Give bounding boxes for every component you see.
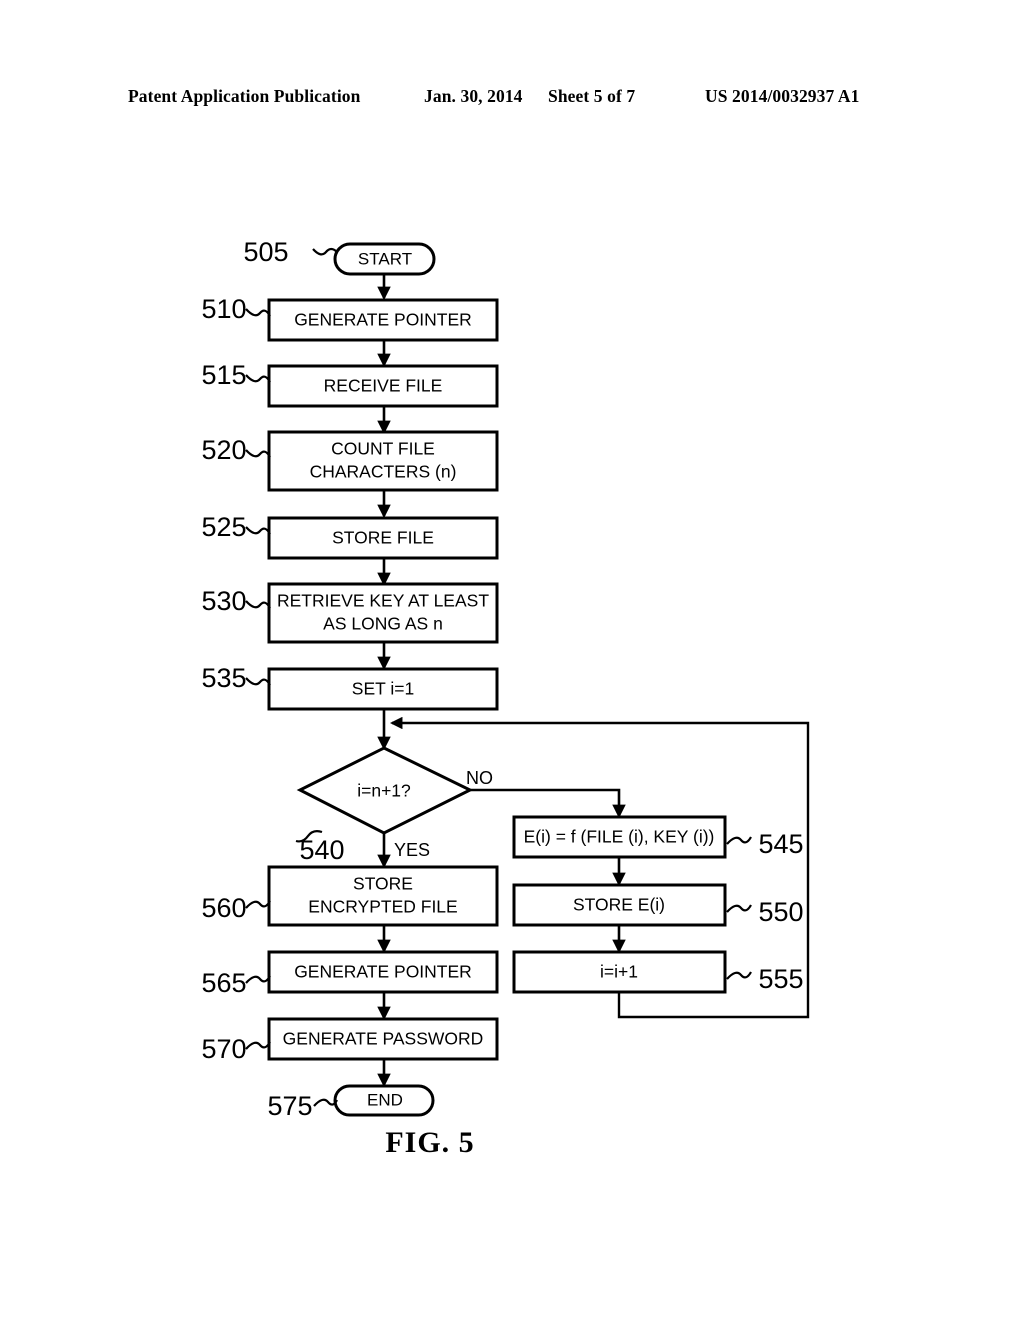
leader-line-550	[726, 904, 752, 913]
ref-number-520: 520	[201, 435, 246, 465]
ref-number-535: 535	[201, 663, 246, 693]
leader-line-560	[245, 900, 271, 909]
node-label-560-line1: STORE	[353, 874, 413, 894]
connector-540-545-no	[470, 788, 626, 819]
node-end-575[interactable]: END 575	[267, 1084, 435, 1121]
node-retrieve-key-530[interactable]: RETRIEVE KEY AT LEAST AS LONG AS n 530	[201, 582, 499, 644]
node-label-570: GENERATE PASSWORD	[283, 1029, 484, 1049]
node-encrypt-545[interactable]: E(i) = f (FILE (i), KEY (i)) 545	[512, 815, 804, 859]
node-label-530-line1: RETRIEVE KEY AT LEAST	[277, 591, 489, 611]
leader-line-515	[245, 374, 271, 383]
node-label-535: SET i=1	[352, 679, 414, 699]
flowchart-figure: START 505 GENERATE POINTER 510 RECEIVE F…	[201, 237, 810, 1121]
node-label-565: GENERATE POINTER	[294, 962, 472, 982]
node-label-515: RECEIVE FILE	[324, 376, 443, 396]
leader-line-505	[312, 247, 338, 256]
leader-line-535	[245, 677, 271, 686]
node-store-e-550[interactable]: STORE E(i) 550	[512, 883, 804, 927]
ref-number-565: 565	[201, 968, 246, 998]
node-generate-pointer-565[interactable]: GENERATE POINTER 565	[201, 950, 499, 998]
ref-number-570: 570	[201, 1034, 246, 1064]
leader-line-570	[245, 1041, 271, 1050]
leader-line-530	[245, 600, 271, 609]
leader-line-555	[726, 971, 752, 980]
node-decision-540[interactable]: i=n+1? 540 NO YES	[295, 746, 493, 865]
node-label-520-line1: COUNT FILE	[331, 439, 435, 459]
node-generate-password-570[interactable]: GENERATE PASSWORD 570	[201, 1017, 499, 1064]
figure-caption: FIG. 5	[385, 1126, 475, 1159]
node-label-525: STORE FILE	[332, 528, 434, 548]
node-start-505[interactable]: START 505	[243, 237, 436, 276]
leader-line-525	[245, 526, 271, 535]
leader-line-565	[245, 975, 271, 984]
node-label-520-line2: CHARACTERS (n)	[310, 462, 457, 482]
patent-page: Patent Application Publication Jan. 30, …	[0, 0, 1024, 1320]
ref-number-555: 555	[758, 964, 803, 994]
ref-number-550: 550	[758, 897, 803, 927]
ref-number-560: 560	[201, 893, 246, 923]
node-store-encrypted-file-560[interactable]: STORE ENCRYPTED FILE 560	[201, 865, 499, 927]
node-label-560-line2: ENCRYPTED FILE	[308, 897, 457, 917]
node-label-575: END	[367, 1090, 403, 1109]
leader-line-520	[245, 449, 271, 458]
node-label-505: START	[358, 249, 412, 268]
branch-label-no: NO	[466, 768, 493, 788]
node-receive-file-515[interactable]: RECEIVE FILE 515	[201, 360, 499, 408]
leader-line-510	[245, 308, 271, 317]
node-label-530-line2: AS LONG AS n	[323, 614, 443, 634]
ref-number-575: 575	[267, 1091, 312, 1121]
branch-label-yes: YES	[394, 840, 430, 860]
leader-line-545	[726, 836, 752, 845]
ref-number-540: 540	[299, 835, 344, 865]
ref-number-525: 525	[201, 512, 246, 542]
node-count-file-characters-520[interactable]: COUNT FILE CHARACTERS (n) 520	[201, 430, 499, 492]
node-label-550: STORE E(i)	[573, 895, 665, 915]
node-label-545: E(i) = f (FILE (i), KEY (i))	[524, 827, 715, 847]
ref-number-530: 530	[201, 586, 246, 616]
node-store-file-525[interactable]: STORE FILE 525	[201, 512, 499, 560]
node-label-555: i=i+1	[600, 962, 638, 982]
node-generate-pointer-510[interactable]: GENERATE POINTER 510	[201, 294, 499, 342]
ref-number-545: 545	[758, 829, 803, 859]
ref-number-515: 515	[201, 360, 246, 390]
node-set-i-535[interactable]: SET i=1 535	[201, 663, 499, 711]
node-label-540: i=n+1?	[357, 781, 411, 801]
ref-number-510: 510	[201, 294, 246, 324]
node-label-510: GENERATE POINTER	[294, 310, 472, 330]
node-increment-555[interactable]: i=i+1 555	[512, 950, 804, 994]
ref-number-505: 505	[243, 237, 288, 267]
